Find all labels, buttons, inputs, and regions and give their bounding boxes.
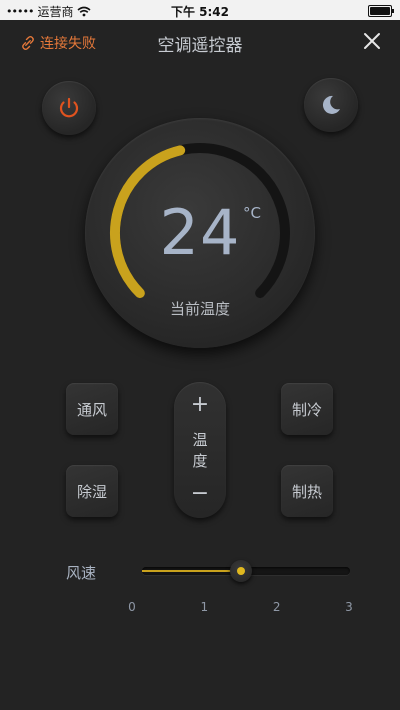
wind-tick: 0 [128, 600, 136, 614]
dial-label: 当前温度 [169, 300, 230, 318]
dry-mode-label: 除湿 [76, 482, 107, 501]
cool-mode-label: 制冷 [291, 400, 322, 419]
fan-mode-button[interactable]: 通风 [66, 383, 118, 435]
temp-increase-button[interactable]: + [174, 392, 226, 422]
nav-bar: 连接失败 空调遥控器 [0, 20, 400, 64]
broken-link-icon [22, 35, 34, 51]
dry-mode-button[interactable]: 除湿 [66, 465, 118, 517]
cool-mode-button[interactable]: 制冷 [281, 383, 333, 435]
connection-status-label: 连接失败 [40, 36, 96, 52]
heat-mode-label: 制热 [291, 482, 322, 501]
wind-speed-label: 风速 [66, 564, 97, 582]
temperature-dial: 24 °C 当前温度 [85, 118, 315, 348]
temp-label-line2: 度 [192, 452, 208, 470]
moon-icon [322, 95, 340, 114]
temp-decrease-button[interactable]: − [174, 481, 226, 511]
fan-mode-label: 通风 [76, 400, 107, 419]
status-bar: ••••• 运营商 下午 5:42 [0, 0, 400, 20]
wind-tick: 3 [345, 600, 353, 614]
heat-mode-button[interactable]: 制热 [281, 465, 333, 517]
temperature-value: 24 [159, 196, 241, 269]
temperature-unit: °C [243, 204, 261, 222]
battery-icon [368, 5, 394, 17]
power-icon [59, 97, 79, 118]
connection-status[interactable]: 连接失败 [20, 33, 96, 53]
wind-tick: 2 [272, 600, 281, 614]
thumb-dot [236, 567, 245, 575]
temp-label-line1: 温 [192, 431, 208, 449]
wind-speed-fill [142, 570, 241, 572]
temperature-stepper: + 温 度 − [174, 382, 226, 518]
close-icon[interactable] [360, 29, 384, 53]
wind-speed-thumb[interactable] [229, 560, 252, 582]
temp-stepper-label: 温 度 [174, 430, 226, 472]
status-time: 下午 5:42 [170, 5, 230, 19]
wind-tick: 1 [200, 600, 209, 614]
